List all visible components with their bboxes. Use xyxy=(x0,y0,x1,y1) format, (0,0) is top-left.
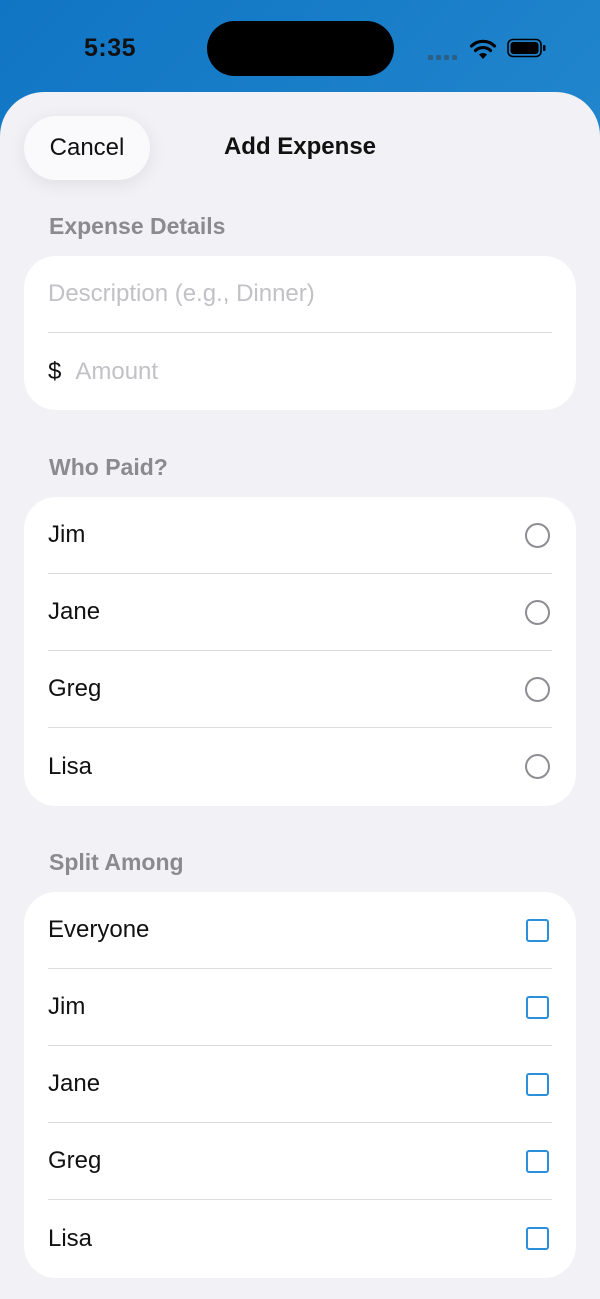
radio-button[interactable] xyxy=(525,676,550,702)
checkbox[interactable] xyxy=(526,1072,549,1096)
payer-name: Greg xyxy=(48,675,102,702)
payer-name: Jim xyxy=(48,521,86,548)
checkbox[interactable] xyxy=(526,918,549,942)
battery-icon xyxy=(507,38,546,58)
payer-option-lisa[interactable]: Lisa xyxy=(48,728,552,805)
page-title: Add Expense xyxy=(223,133,377,160)
currency-symbol: $ xyxy=(48,357,62,385)
split-member-name: Jim xyxy=(48,993,86,1020)
radio-button[interactable] xyxy=(525,754,550,779)
split-option-jane[interactable]: Jane xyxy=(48,1046,552,1123)
section-header-expense-details: Expense Details xyxy=(49,213,226,239)
checkbox[interactable] xyxy=(526,1227,549,1250)
amount-placeholder: Amount xyxy=(75,357,159,385)
split-option-lisa[interactable]: Lisa xyxy=(48,1200,552,1277)
split-option-jim[interactable]: Jim xyxy=(48,969,552,1046)
description-placeholder: Description (e.g., Dinner) xyxy=(48,280,315,307)
radio-button[interactable] xyxy=(525,522,550,548)
checkbox[interactable] xyxy=(526,1149,549,1173)
status-bar: 5:35 xyxy=(0,0,600,95)
payer-name: Lisa xyxy=(48,752,93,780)
amount-field[interactable]: $ Amount xyxy=(48,333,552,410)
split-among-card: Everyone Jim Jane Greg Lisa xyxy=(24,892,576,1278)
status-time: 5:35 xyxy=(84,34,137,62)
expense-details-card: Description (e.g., Dinner) $ Amount xyxy=(24,256,576,410)
checkbox[interactable] xyxy=(526,995,549,1019)
description-field[interactable]: Description (e.g., Dinner) xyxy=(48,256,552,333)
section-header-split-among: Split Among xyxy=(49,849,184,875)
section-header-who-paid: Who Paid? xyxy=(49,454,168,480)
cellular-signal-icon xyxy=(428,50,460,60)
split-option-greg[interactable]: Greg xyxy=(48,1123,552,1200)
dynamic-island xyxy=(207,21,394,76)
split-member-name: Greg xyxy=(48,1147,102,1174)
payer-option-jane[interactable]: Jane xyxy=(48,574,552,651)
who-paid-card: Jim Jane Greg Lisa xyxy=(24,497,576,806)
wifi-icon xyxy=(469,39,497,59)
add-expense-sheet: Cancel Add Expense Expense Details Descr… xyxy=(0,92,600,1299)
split-member-name: Lisa xyxy=(48,1224,93,1252)
payer-name: Jane xyxy=(48,598,101,625)
split-member-name: Jane xyxy=(48,1070,101,1097)
payer-option-jim[interactable]: Jim xyxy=(48,497,552,574)
radio-button[interactable] xyxy=(525,599,550,625)
payer-option-greg[interactable]: Greg xyxy=(48,651,552,728)
split-option-everyone[interactable]: Everyone xyxy=(48,892,552,969)
split-member-name: Everyone xyxy=(48,916,150,943)
